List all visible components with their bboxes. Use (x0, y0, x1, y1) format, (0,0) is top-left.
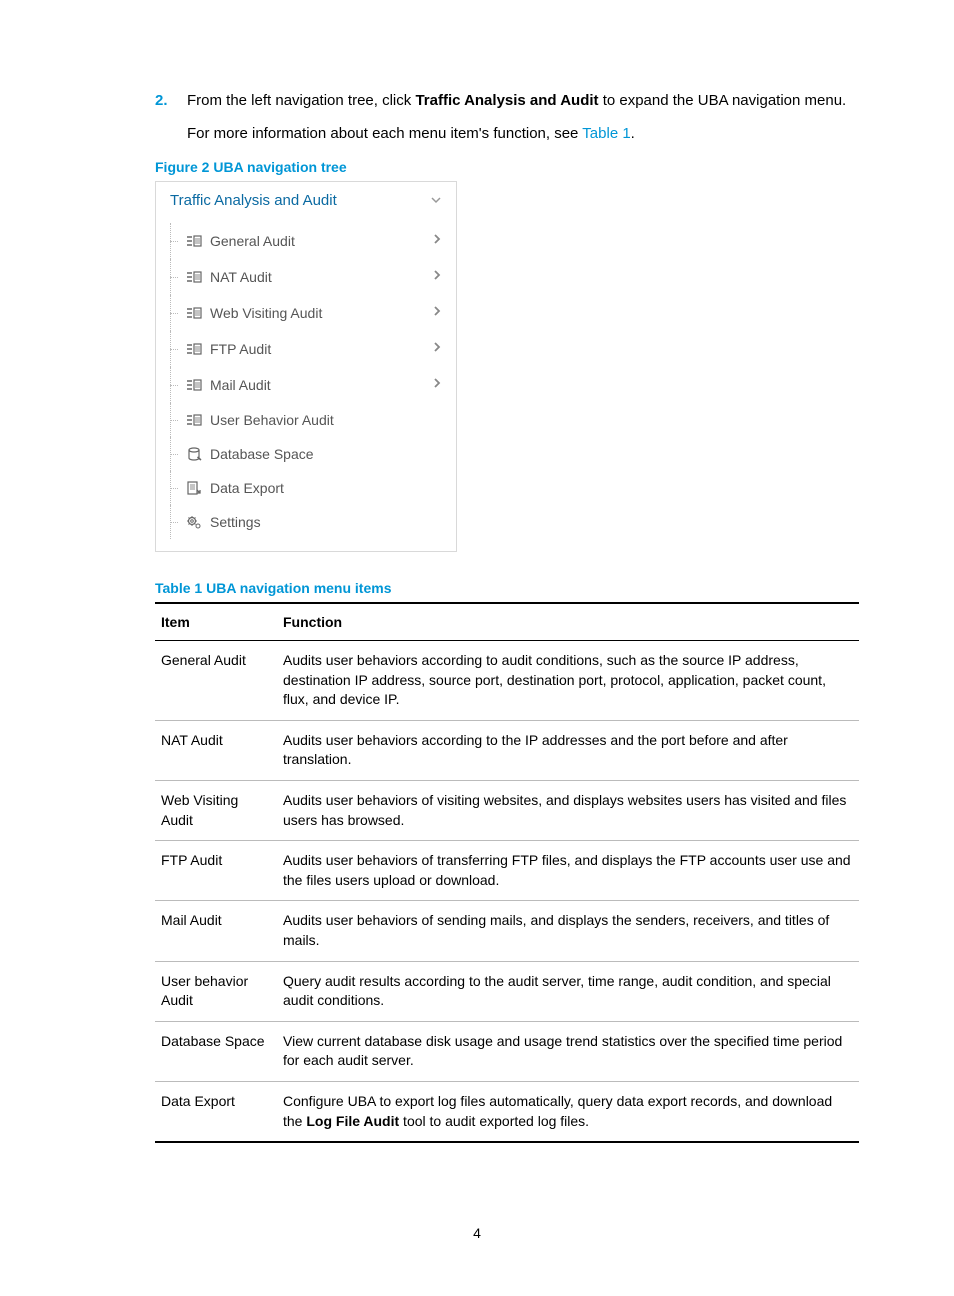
chevron-right-icon (432, 376, 442, 394)
text: tool to audit exported log files. (399, 1113, 589, 1129)
table-cell-item: User behavior Audit (155, 961, 277, 1021)
table-cell-function: Audits user behaviors according to audit… (277, 641, 859, 721)
audit-icon (186, 378, 202, 392)
nav-tree-header[interactable]: Traffic Analysis and Audit (156, 182, 456, 219)
numbered-step: 2. From the left navigation tree, click … (155, 90, 859, 145)
step-number: 2. (155, 90, 187, 145)
table-row: NAT AuditAudits user behaviors according… (155, 720, 859, 780)
chevron-right-icon (432, 304, 442, 322)
step-text-prefix: From the left navigation tree, click (187, 92, 415, 109)
nav-tree-header-label: Traffic Analysis and Audit (170, 192, 337, 209)
chevron-right-icon (432, 340, 442, 358)
nav-item-left: Database Space (186, 446, 314, 462)
table-row: Data ExportConfigure UBA to export log f… (155, 1081, 859, 1142)
text: Audits user behaviors of transferring FT… (283, 852, 851, 888)
figure-caption: Figure 2 UBA navigation tree (155, 159, 859, 175)
nav-item-left: Data Export (186, 480, 284, 496)
db-icon (186, 447, 202, 461)
audit-icon (186, 342, 202, 356)
nav-item-left: NAT Audit (186, 269, 272, 285)
audit-icon (186, 306, 202, 320)
text: Query audit results according to the aud… (283, 973, 831, 1009)
nav-item[interactable]: Data Export (156, 471, 456, 505)
table-cell-function: Audits user behaviors of visiting websit… (277, 780, 859, 840)
nav-item-left: Mail Audit (186, 377, 271, 393)
audit-icon (186, 413, 202, 427)
gear-icon (186, 515, 202, 529)
table-cell-item: Data Export (155, 1081, 277, 1142)
table-cell-function: Audits user behaviors of transferring FT… (277, 841, 859, 901)
step-body: From the left navigation tree, click Tra… (187, 90, 859, 145)
table-row: Database SpaceView current database disk… (155, 1021, 859, 1081)
chevron-right-icon (432, 268, 442, 286)
nav-item-label: NAT Audit (210, 269, 272, 285)
nav-item-left: Web Visiting Audit (186, 305, 322, 321)
nav-item-left: User Behavior Audit (186, 412, 334, 428)
step-text-suffix: to expand the UBA navigation menu. (599, 92, 847, 109)
text: Audits user behaviors of visiting websit… (283, 792, 846, 828)
nav-item-label: Data Export (210, 480, 284, 496)
nav-item[interactable]: Mail Audit (156, 367, 456, 403)
nav-item-label: Web Visiting Audit (210, 305, 322, 321)
nav-item-label: Database Space (210, 446, 314, 462)
step-subtext-suffix: . (631, 125, 635, 142)
step-subtext: For more information about each menu ite… (187, 123, 859, 146)
table-row: User behavior AuditQuery audit results a… (155, 961, 859, 1021)
nav-item-label: FTP Audit (210, 341, 271, 357)
table-cell-function: Query audit results according to the aud… (277, 961, 859, 1021)
step-text-bold: Traffic Analysis and Audit (415, 92, 598, 109)
step-text: From the left navigation tree, click Tra… (187, 90, 859, 113)
audit-icon (186, 234, 202, 248)
table-cell-item: General Audit (155, 641, 277, 721)
table-header-row: Item Function (155, 603, 859, 641)
table-cell-function: Audits user behaviors of sending mails, … (277, 901, 859, 961)
table-row: General AuditAudits user behaviors accor… (155, 641, 859, 721)
table-row: Mail AuditAudits user behaviors of sendi… (155, 901, 859, 961)
nav-item-label: Settings (210, 514, 261, 530)
audit-icon (186, 270, 202, 284)
nav-item[interactable]: FTP Audit (156, 331, 456, 367)
menu-items-table: Item Function General AuditAudits user b… (155, 602, 859, 1143)
table-1-link[interactable]: Table 1 (582, 125, 630, 142)
nav-item[interactable]: NAT Audit (156, 259, 456, 295)
nav-item[interactable]: Settings (156, 505, 456, 539)
table-cell-item: Mail Audit (155, 901, 277, 961)
table-cell-item: Web Visiting Audit (155, 780, 277, 840)
nav-item[interactable]: User Behavior Audit (156, 403, 456, 437)
nav-tree-list: General Audit NAT Audit Web Visiting Audit… (156, 219, 456, 551)
table-cell-function: Audits user behaviors according to the I… (277, 720, 859, 780)
nav-item-left: General Audit (186, 233, 295, 249)
nav-item-left: FTP Audit (186, 341, 271, 357)
page-number: 4 (0, 1225, 954, 1241)
text: View current database disk usage and usa… (283, 1033, 842, 1069)
nav-item-label: General Audit (210, 233, 295, 249)
nav-item-left: Settings (186, 514, 261, 530)
table-row: FTP AuditAudits user behaviors of transf… (155, 841, 859, 901)
table-cell-item: FTP Audit (155, 841, 277, 901)
table-header-function: Function (277, 603, 859, 641)
text: Audits user behaviors according to audit… (283, 652, 826, 707)
text: Audits user behaviors according to the I… (283, 732, 788, 768)
chevron-right-icon (432, 232, 442, 250)
nav-item[interactable]: Database Space (156, 437, 456, 471)
table-cell-function: View current database disk usage and usa… (277, 1021, 859, 1081)
table-cell-item: Database Space (155, 1021, 277, 1081)
table-header-item: Item (155, 603, 277, 641)
export-icon (186, 481, 202, 495)
nav-item-label: User Behavior Audit (210, 412, 334, 428)
chevron-down-icon (430, 193, 442, 209)
table-row: Web Visiting AuditAudits user behaviors … (155, 780, 859, 840)
nav-item[interactable]: General Audit (156, 223, 456, 259)
step-subtext-prefix: For more information about each menu ite… (187, 125, 582, 142)
nav-tree: Traffic Analysis and Audit General Audit… (155, 181, 457, 552)
table-cell-item: NAT Audit (155, 720, 277, 780)
bold-text: Log File Audit (306, 1113, 399, 1129)
nav-item[interactable]: Web Visiting Audit (156, 295, 456, 331)
table-caption: Table 1 UBA navigation menu items (155, 580, 859, 596)
text: Audits user behaviors of sending mails, … (283, 912, 829, 948)
nav-item-label: Mail Audit (210, 377, 271, 393)
table-cell-function: Configure UBA to export log files automa… (277, 1081, 859, 1142)
